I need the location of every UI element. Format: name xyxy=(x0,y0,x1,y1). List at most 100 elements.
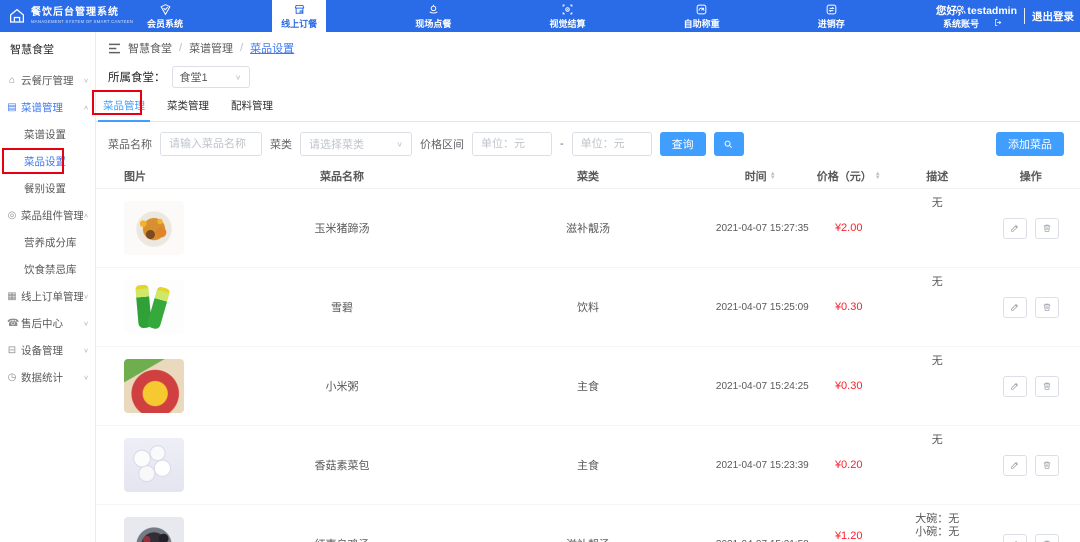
filter-bar: 菜品名称 菜类 请选择菜类 ∨ 价格区间 - 查询 添加菜品 xyxy=(108,132,1064,156)
logout-icon xyxy=(995,18,1002,26)
tab-category-management[interactable]: 菜类管理 xyxy=(162,96,214,121)
sidebar-subitem-dish-settings[interactable]: 菜品设置 xyxy=(0,148,95,175)
sidebar-item-online-order-management[interactable]: ▦ 线上订单管理 ∨ xyxy=(0,283,95,310)
canteen-select-value: 食堂1 xyxy=(179,72,208,84)
nav-item-online-order[interactable]: 线上订餐 xyxy=(272,0,327,32)
user-greeting: 您好，testadmin xyxy=(935,4,1017,27)
sidebar-subitem-nutrition-library[interactable]: 营养成分库 xyxy=(0,229,95,256)
breadcrumb-current[interactable]: 菜品设置 xyxy=(250,40,294,56)
self-weighing-icon xyxy=(696,4,707,14)
nav-item-onsite-order[interactable]: 现场点餐 xyxy=(406,0,460,32)
table-row: 红枣乌鸡汤 滋补靓汤 2021-04-07 15:21:58 ¥1.20¥1.0… xyxy=(96,505,1080,542)
dish-time: 2021-04-07 15:27:35 xyxy=(715,222,809,234)
dish-time: 2021-04-07 15:25:09 xyxy=(715,301,809,313)
dish-component-icon: ◎ xyxy=(7,210,17,221)
delete-button[interactable] xyxy=(1034,217,1059,239)
nav-item-member-system[interactable]: 会员系统 xyxy=(138,0,192,32)
add-dish-button[interactable]: 添加菜品 xyxy=(996,132,1064,156)
chevron-down-icon: ∨ xyxy=(83,373,89,382)
aftersale-center-icon: ☎ xyxy=(7,318,20,329)
sidebar-item-aftersale-center[interactable]: ☎ 售后中心 ∨ xyxy=(0,310,95,337)
nav-item-self-weighing[interactable]: 自助称重 xyxy=(675,0,729,32)
dish-category: 饮料 xyxy=(576,302,599,314)
logout-button[interactable]: 退出登录 xyxy=(1032,9,1074,24)
edit-button[interactable] xyxy=(1002,375,1027,397)
main-content: 智慧食堂 / 菜谱管理 / 菜品设置 所属食堂： 食堂1 ∨ 菜品管理 菜类管理… xyxy=(96,32,1080,542)
price-range-label: 价格区间 xyxy=(420,139,464,151)
sidebar-item-data-statistics[interactable]: ◷ 数据统计 ∨ xyxy=(0,364,95,391)
dish-name-input[interactable] xyxy=(160,132,262,156)
edit-pencil-icon xyxy=(1011,304,1018,311)
category-select-placeholder: 请选择菜类 xyxy=(309,139,364,151)
edit-button[interactable] xyxy=(1002,533,1027,542)
tab-dish-management[interactable]: 菜品管理 xyxy=(98,96,150,122)
online-order-management-icon: ▦ xyxy=(7,291,17,302)
dish-time: 2021-04-07 15:23:39 xyxy=(715,459,809,471)
search-icon-button[interactable] xyxy=(713,132,744,156)
collapse-menu-icon[interactable] xyxy=(108,43,121,54)
dish-table: 图片 菜品名称 菜类 时间 ▲ ▼ 价格（元） ▲ ▼ 描述 操作 玉米猪蹄汤 滋补… xyxy=(96,164,1080,542)
canteen-select[interactable]: 食堂1 ∨ xyxy=(171,66,250,88)
dish-name: 小米粥 xyxy=(325,381,359,393)
delete-button[interactable] xyxy=(1034,375,1059,397)
nav-item-inventory[interactable]: 进销存 xyxy=(809,0,854,32)
sidebar-item-recipe-management[interactable]: ▤ 菜谱管理 ∧ xyxy=(0,94,95,121)
dish-price: ¥2.00 xyxy=(834,221,863,234)
app-logo: 餐饮后台管理系统 MANAGEMENT SYSTEM OF SMART CANT… xyxy=(8,0,151,32)
nav-item-label: 自助称重 xyxy=(683,18,720,29)
edit-pencil-icon xyxy=(1011,383,1018,390)
breadcrumb-item[interactable]: 智慧食堂 xyxy=(128,40,172,56)
member-system-icon xyxy=(159,3,171,15)
price-range-dash: - xyxy=(560,138,564,150)
sidebar-subitem-recipe-settings[interactable]: 菜谱设置 xyxy=(0,121,95,148)
row-operations xyxy=(982,454,1080,476)
header-operation: 操作 xyxy=(1019,171,1042,183)
dish-description: 无 xyxy=(931,276,943,288)
chevron-down-icon: ∨ xyxy=(83,319,89,328)
delete-trash-icon xyxy=(1043,461,1051,469)
nav-item-visual-checkout[interactable]: 视觉结算 xyxy=(540,0,594,32)
row-operations xyxy=(982,296,1080,318)
edit-pencil-icon xyxy=(1011,225,1018,232)
delete-trash-icon xyxy=(1043,382,1051,390)
sidebar-item-cloud-restaurant[interactable]: ⌂ 云餐厅管理 ∨ xyxy=(0,67,95,94)
dish-price: ¥1.20¥1.00 xyxy=(834,530,863,542)
dish-description: 大碗：无 小碗：无 xyxy=(915,513,960,538)
dish-image xyxy=(124,359,184,413)
edit-button[interactable] xyxy=(1002,217,1027,239)
breadcrumb-item[interactable]: 菜谱管理 xyxy=(189,40,233,56)
breadcrumb: 智慧食堂 / 菜谱管理 / 菜品设置 xyxy=(96,32,1080,56)
delete-button[interactable] xyxy=(1034,296,1059,318)
tab-ingredient-management[interactable]: 配料管理 xyxy=(226,96,278,121)
greeting-text: 您好，testadmin xyxy=(935,4,1017,17)
dish-category: 滋补靓汤 xyxy=(460,536,716,542)
delete-button[interactable] xyxy=(1034,533,1059,542)
edit-button[interactable] xyxy=(1002,296,1027,318)
header-image: 图片 xyxy=(124,171,146,183)
dish-name: 玉米猪蹄汤 xyxy=(314,223,370,235)
chevron-up-icon: ∧ xyxy=(83,103,89,112)
table-row: 玉米猪蹄汤 滋补靓汤 2021-04-07 15:27:35 ¥2.00 无 xyxy=(96,189,1080,268)
sidebar-item-device-management[interactable]: ⊟ 设备管理 ∨ xyxy=(0,337,95,364)
dish-price: ¥0.30 xyxy=(834,300,863,313)
sidebar-item-dish-component-management[interactable]: ◎ 菜品组件管理 ∧ xyxy=(0,202,95,229)
edit-pencil-icon xyxy=(1011,462,1018,469)
app-title: 餐饮后台管理系统 xyxy=(31,7,119,18)
delete-button[interactable] xyxy=(1034,454,1059,476)
cloud-restaurant-icon: ⌂ xyxy=(8,75,16,86)
nav-item-label: 视觉结算 xyxy=(549,18,586,29)
table-row: 香菇素菜包 主食 2021-04-07 15:23:39 ¥0.20 无 xyxy=(96,426,1080,505)
sidebar-subitem-meal-type-settings[interactable]: 餐别设置 xyxy=(0,175,95,202)
header-description: 描述 xyxy=(926,171,949,183)
chevron-up-icon: ∧ xyxy=(83,211,89,220)
price-min-input[interactable] xyxy=(472,132,552,156)
sort-icon[interactable]: ▲ ▼ xyxy=(875,171,881,181)
dish-name-label: 菜品名称 xyxy=(108,139,152,151)
sort-icon[interactable]: ▲ ▼ xyxy=(770,171,776,181)
sidebar-subitem-diet-taboo-library[interactable]: 饮食禁忌库 xyxy=(0,256,95,283)
query-button[interactable]: 查询 xyxy=(659,132,706,156)
edit-button[interactable] xyxy=(1002,454,1027,476)
category-select[interactable]: 请选择菜类 ∨ xyxy=(300,132,412,156)
price-max-input[interactable] xyxy=(571,132,652,156)
visual-checkout-icon xyxy=(562,4,573,14)
